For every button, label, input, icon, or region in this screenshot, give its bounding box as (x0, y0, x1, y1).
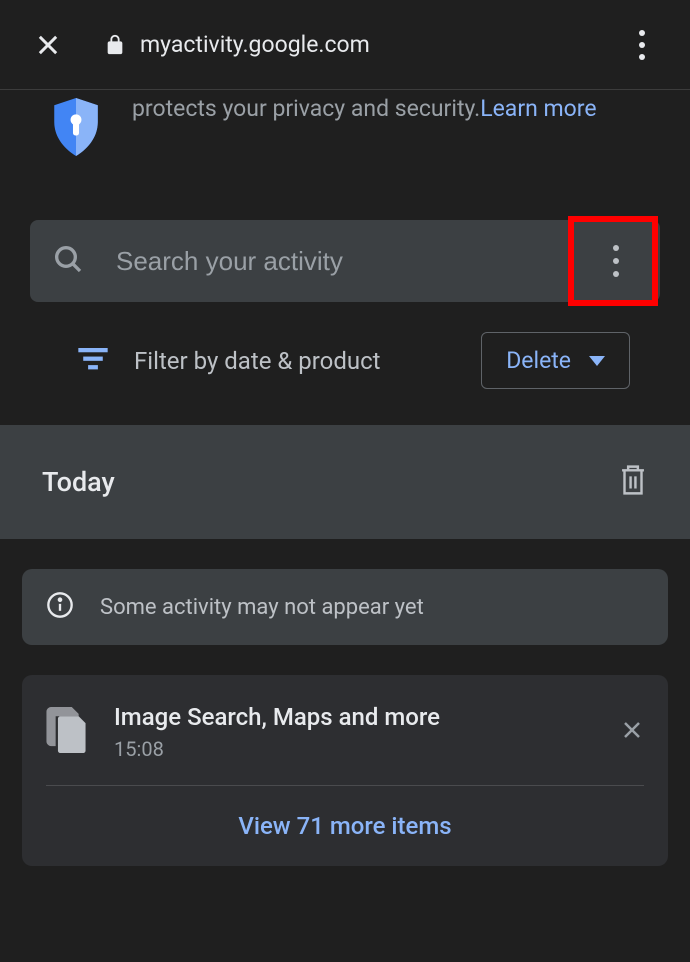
activity-title: Image Search, Maps and more (114, 703, 620, 731)
delete-label: Delete (506, 347, 571, 374)
activity-time: 15:08 (114, 737, 620, 761)
privacy-text: protects your privacy and security. Lear… (132, 100, 597, 135)
today-title: Today (42, 466, 115, 498)
close-icon[interactable] (30, 27, 66, 63)
url-text[interactable]: myactivity.google.com (140, 31, 370, 58)
lock-icon (104, 34, 126, 56)
learn-more-link[interactable]: Learn more (480, 92, 596, 127)
search-input[interactable] (116, 246, 594, 277)
browser-menu-icon[interactable] (624, 27, 660, 63)
search-options-icon[interactable] (594, 239, 638, 283)
filter-row: Filter by date & product Delete (30, 302, 660, 425)
activity-card: Image Search, Maps and more 15:08 View 7… (22, 675, 668, 866)
info-icon (46, 591, 74, 623)
pages-icon (46, 707, 86, 757)
chevron-down-icon (589, 356, 605, 366)
delete-button[interactable]: Delete (481, 332, 630, 389)
privacy-banner: protects your privacy and security. Lear… (0, 100, 690, 190)
activity-close-icon[interactable] (620, 718, 644, 746)
filter-label[interactable]: Filter by date & product (134, 347, 381, 375)
trash-icon[interactable] (618, 463, 648, 501)
info-text: Some activity may not appear yet (100, 595, 424, 620)
browser-address-bar: myactivity.google.com (0, 0, 690, 90)
search-icon (52, 243, 84, 279)
shield-icon (50, 98, 102, 160)
activity-item[interactable]: Image Search, Maps and more 15:08 (22, 675, 668, 785)
view-more-link[interactable]: View 71 more items (22, 786, 668, 866)
search-bar (30, 220, 660, 302)
filter-icon[interactable] (78, 348, 108, 374)
today-header: Today (0, 425, 690, 539)
info-banner: Some activity may not appear yet (22, 569, 668, 645)
